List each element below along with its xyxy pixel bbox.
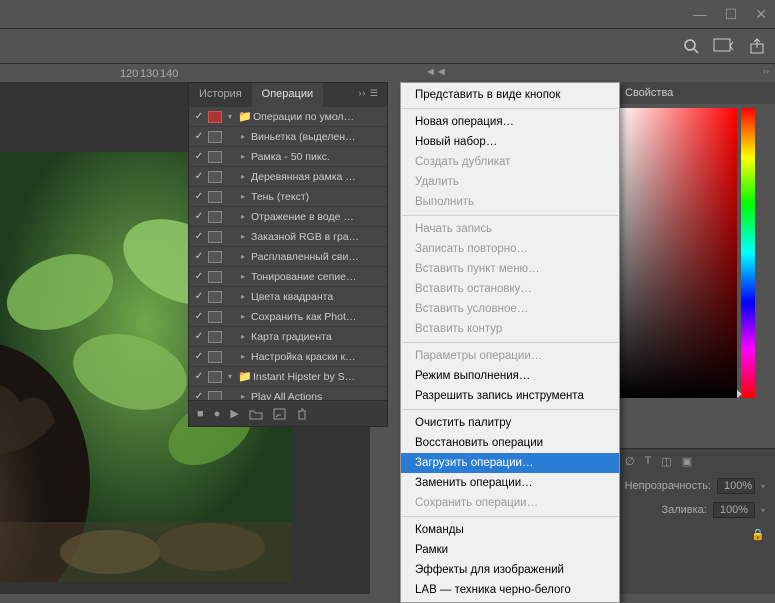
- action-row[interactable]: ✓▸Рамка - 50 пикс.: [189, 147, 387, 167]
- fx-icon[interactable]: ∅: [625, 455, 635, 468]
- menu-lab-bw[interactable]: LAB — техника черно-белого: [401, 580, 619, 600]
- color-saturation-value[interactable]: [617, 108, 737, 398]
- menu-load-actions[interactable]: Загрузить операции…: [401, 453, 619, 473]
- panel-tabs: История Операции ›› ☰: [189, 83, 387, 107]
- menu-allow-tool-recording[interactable]: Разрешить запись инструмента: [401, 386, 619, 406]
- lock-icon[interactable]: 🔒: [751, 529, 765, 541]
- ruler-tick: 130: [140, 68, 158, 80]
- actions-footer: ■ ● ▶: [189, 400, 387, 426]
- menu-save-actions: Сохранить операции…: [401, 493, 619, 513]
- options-bar: [0, 28, 775, 64]
- screen-mode-icon[interactable]: [713, 38, 735, 54]
- close-button[interactable]: ✕: [755, 6, 767, 23]
- menu-duplicate: Создать дубликат: [401, 152, 619, 172]
- action-row[interactable]: ✓▸Тень (текст): [189, 187, 387, 207]
- stop-icon[interactable]: ■: [197, 408, 204, 420]
- action-set-row[interactable]: ✓▾📁Instant Hipster by S…: [189, 367, 387, 387]
- play-icon[interactable]: ▶: [230, 407, 238, 420]
- opacity-value[interactable]: 100%: [717, 478, 755, 494]
- ruler-tick: 140: [160, 68, 178, 80]
- action-row[interactable]: ✓▸Play All Actions: [189, 387, 387, 400]
- tab-actions[interactable]: Операции: [252, 83, 323, 107]
- action-row[interactable]: ✓▸Сохранить как Phot…: [189, 307, 387, 327]
- menu-action-options: Параметры операции…: [401, 346, 619, 366]
- properties-tab[interactable]: Свойства: [615, 82, 775, 104]
- type-icon[interactable]: T: [645, 455, 652, 468]
- menu-delete: Удалить: [401, 172, 619, 192]
- collapse-icon: ◄◄: [425, 66, 447, 78]
- share-icon[interactable]: [749, 38, 765, 54]
- action-row[interactable]: ✓▸Отражение в воде …: [189, 207, 387, 227]
- panel-menu-icon[interactable]: ›› ☰: [350, 83, 387, 107]
- new-set-icon[interactable]: [249, 408, 263, 420]
- menu-button-mode[interactable]: Представить в виде кнопок: [401, 85, 619, 105]
- menu-new-action[interactable]: Новая операция…: [401, 112, 619, 132]
- menu-insert-stop: Вставить остановку…: [401, 279, 619, 299]
- fill-value[interactable]: 100%: [713, 502, 755, 518]
- action-row[interactable]: ✓▸Расплавленный сви…: [189, 247, 387, 267]
- actions-flyout-menu: Представить в виде кнопок Новая операция…: [400, 82, 620, 603]
- dock-chevron-icon[interactable]: ››: [763, 66, 769, 76]
- menu-reset-actions[interactable]: Восстановить операции: [401, 433, 619, 453]
- color-hue-slider[interactable]: [741, 108, 755, 398]
- menu-replace-actions[interactable]: Заменить операции…: [401, 473, 619, 493]
- panel-collapse[interactable]: ◄◄: [415, 64, 775, 80]
- action-row[interactable]: ✓▸Тонирование сепие…: [189, 267, 387, 287]
- menu-insert-menu-item: Вставить пункт меню…: [401, 259, 619, 279]
- menu-clear-actions[interactable]: Очистить палитру: [401, 413, 619, 433]
- actions-panel: История Операции ›› ☰ ✓▾📁Операции по умо…: [188, 82, 388, 427]
- menu-image-effects[interactable]: Эффекты для изображений: [401, 560, 619, 580]
- color-picker: [617, 108, 755, 398]
- menu-separator: [402, 215, 618, 216]
- smart-icon[interactable]: ▣: [682, 455, 692, 468]
- tab-history[interactable]: История: [189, 83, 252, 107]
- menu-commands[interactable]: Команды: [401, 520, 619, 540]
- menu-separator: [402, 409, 618, 410]
- action-set-row[interactable]: ✓▾📁Операции по умол…: [189, 107, 387, 127]
- search-icon[interactable]: [683, 38, 699, 54]
- action-row[interactable]: ✓▸Цвета квадранта: [189, 287, 387, 307]
- menu-insert-path: Вставить контур: [401, 319, 619, 339]
- new-action-icon[interactable]: [273, 408, 286, 420]
- minimize-button[interactable]: —: [693, 6, 707, 22]
- trash-icon[interactable]: [296, 408, 308, 420]
- action-row[interactable]: ✓▸Заказной RGB в гра…: [189, 227, 387, 247]
- maximize-button[interactable]: ☐: [725, 6, 738, 23]
- actions-list: ✓▾📁Операции по умол… ✓▸Виньетка (выделен…: [189, 107, 387, 400]
- properties-label: Свойства: [625, 87, 673, 99]
- menu-new-set[interactable]: Новый набор…: [401, 132, 619, 152]
- opacity-label: Непрозрачность:: [625, 480, 711, 492]
- menu-start-record: Начать запись: [401, 219, 619, 239]
- shape-icon[interactable]: ◫: [661, 455, 671, 468]
- ruler-tick: 120: [120, 68, 138, 80]
- menu-separator: [402, 516, 618, 517]
- menu-playback-options[interactable]: Режим выполнения…: [401, 366, 619, 386]
- fill-label: Заливка:: [661, 504, 706, 516]
- layers-panel: ∅ T ◫ ▣ Непрозрачность: 100%▾ Заливка: 1…: [615, 448, 775, 594]
- menu-insert-conditional: Вставить условное…: [401, 299, 619, 319]
- menu-separator: [402, 108, 618, 109]
- action-row[interactable]: ✓▸Карта градиента: [189, 327, 387, 347]
- menu-separator: [402, 342, 618, 343]
- menu-frames[interactable]: Рамки: [401, 540, 619, 560]
- action-row[interactable]: ✓▸Деревянная рамка …: [189, 167, 387, 187]
- titlebar: — ☐ ✕: [0, 0, 775, 28]
- action-row[interactable]: ✓▸Настройка краски к…: [189, 347, 387, 367]
- record-icon[interactable]: ●: [214, 408, 221, 420]
- action-row[interactable]: ✓▸Виньетка (выделен…: [189, 127, 387, 147]
- menu-play: Выполнить: [401, 192, 619, 212]
- menu-record-again: Записать повторно…: [401, 239, 619, 259]
